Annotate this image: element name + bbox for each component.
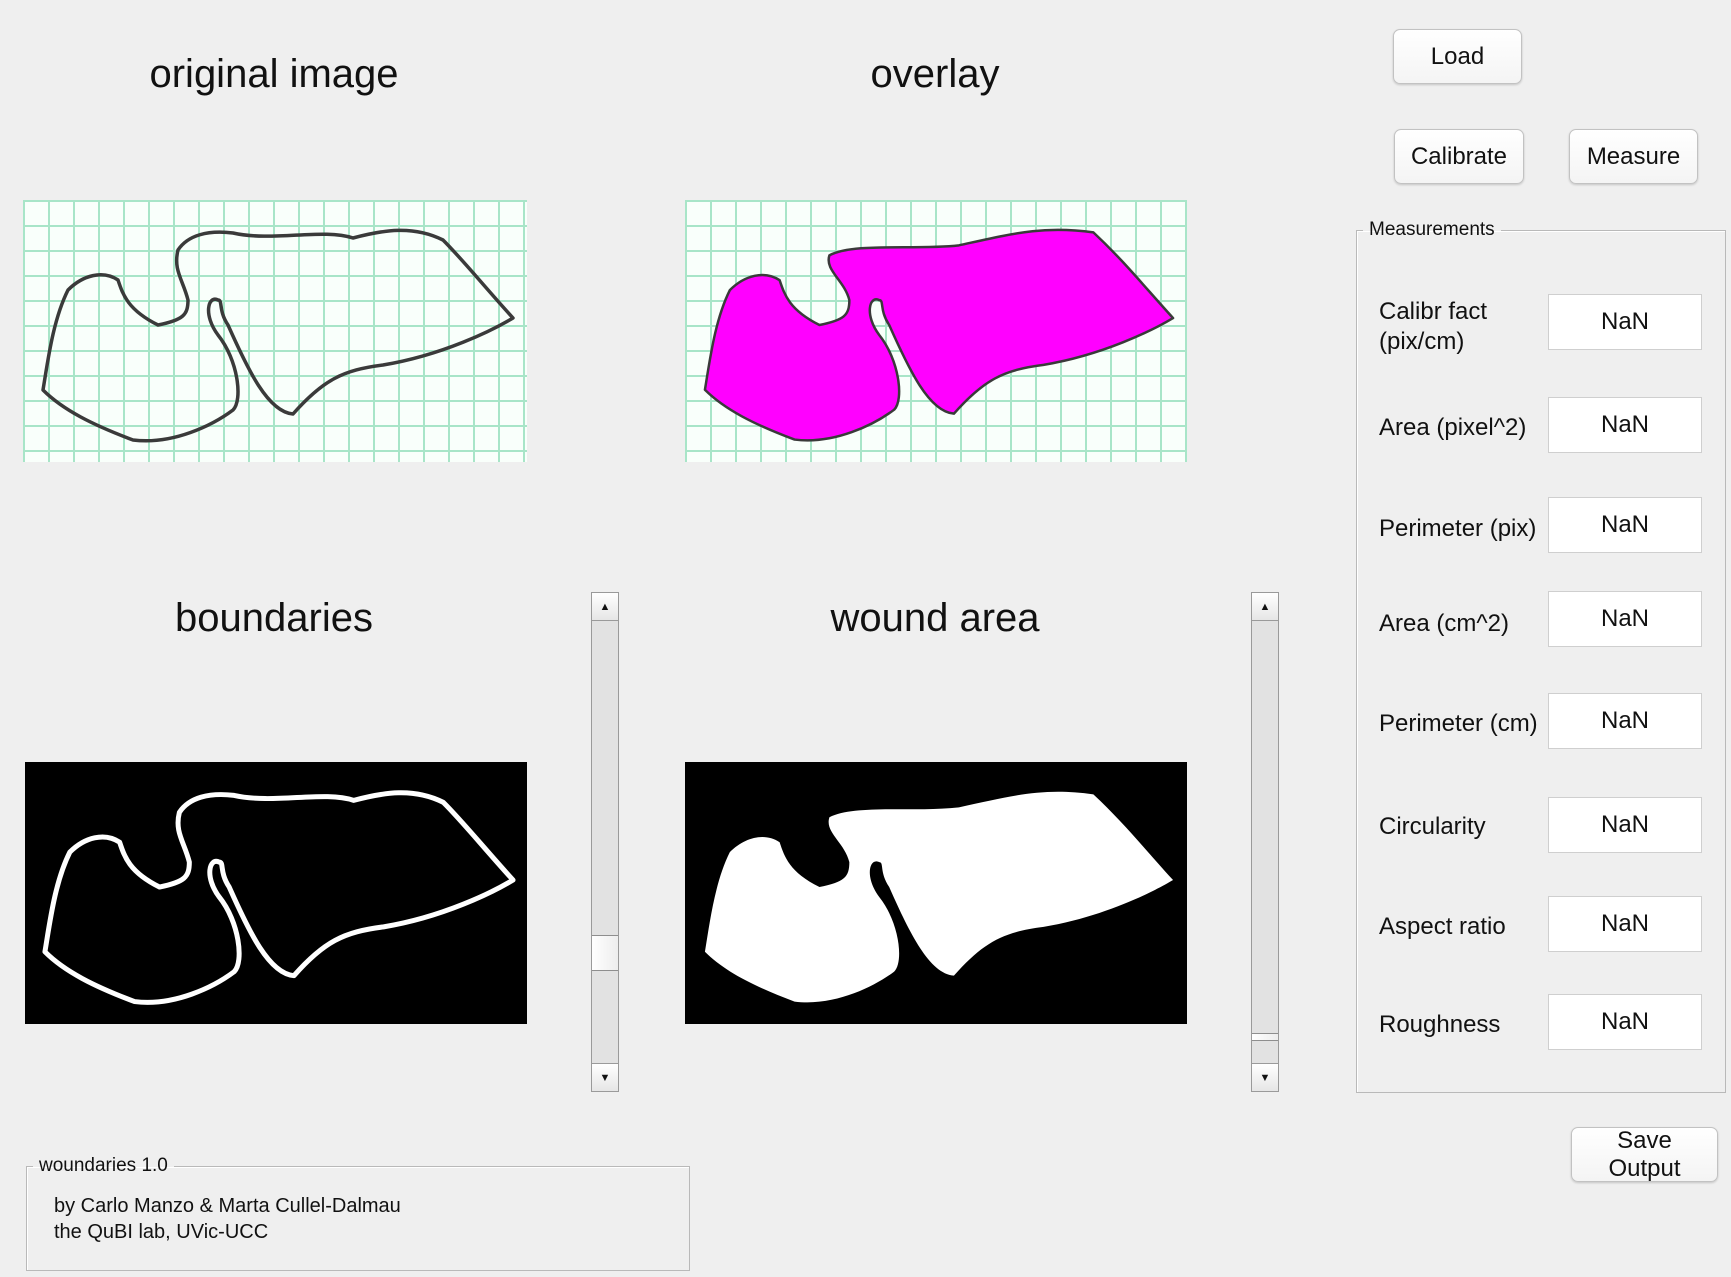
boundaries-scrollbar[interactable]: ▲ ▼ (591, 592, 619, 1092)
scroll-down-button[interactable]: ▼ (592, 1063, 618, 1091)
overlay-panel (685, 200, 1187, 462)
perimeter-pix-value: NaN (1548, 497, 1702, 553)
wound-area-title: wound area (830, 596, 1040, 640)
wound-area-panel (685, 762, 1187, 1024)
boundaries-panel (25, 762, 527, 1024)
perimeter-cm-label: Perimeter (cm) (1379, 710, 1538, 737)
measure-button[interactable]: Measure (1569, 129, 1698, 184)
roughness-value: NaN (1548, 994, 1702, 1050)
credits-authors: by Carlo Manzo & Marta Cullel-Dalmau (54, 1195, 401, 1217)
scroll-up-button[interactable]: ▲ (592, 593, 618, 621)
area-pixel-label: Area (pixel^2) (1379, 414, 1527, 441)
arrow-down-icon: ▼ (599, 1071, 611, 1084)
original-image-panel (23, 200, 527, 462)
area-pixel-value: NaN (1548, 397, 1702, 453)
boundary-outline (42, 790, 516, 1005)
calibrate-button[interactable]: Calibrate (1394, 129, 1524, 184)
overlay-title: overlay (870, 52, 1000, 96)
scroll-down-button[interactable]: ▼ (1252, 1063, 1278, 1091)
circularity-label: Circularity (1379, 813, 1486, 840)
arrow-up-icon: ▲ (599, 600, 611, 613)
measurements-legend: Measurements (1369, 219, 1495, 240)
original-image-title: original image (149, 52, 399, 96)
calibration-factor-label: Calibr fact (pix/cm) (1379, 298, 1488, 355)
arrow-up-icon: ▲ (1259, 600, 1271, 613)
wound-outline-drawing (41, 228, 515, 443)
perimeter-cm-value: NaN (1548, 693, 1702, 749)
wound-overlay-shape (703, 228, 1175, 442)
wound-area-scrollbar[interactable]: ▲ ▼ (1251, 592, 1279, 1092)
area-cm-label: Area (cm^2) (1379, 610, 1509, 637)
area-cm-value: NaN (1548, 591, 1702, 647)
credits-lab: the QuBI lab, UVic-UCC (54, 1221, 269, 1243)
arrow-down-icon: ▼ (1259, 1071, 1271, 1084)
scroll-thumb[interactable] (592, 935, 618, 971)
about-legend: woundaries 1.0 (39, 1155, 168, 1176)
scroll-thumb[interactable] (1252, 1033, 1278, 1041)
calibration-factor-value: NaN (1548, 294, 1702, 350)
wound-mask-shape (704, 791, 1174, 1003)
roughness-label: Roughness (1379, 1011, 1501, 1038)
boundaries-title: boundaries (175, 596, 373, 640)
aspect-ratio-label: Aspect ratio (1379, 913, 1506, 940)
save-output-button[interactable]: Save Output (1571, 1127, 1718, 1182)
perimeter-pix-label: Perimeter (pix) (1379, 515, 1537, 542)
circularity-value: NaN (1548, 797, 1702, 853)
aspect-ratio-value: NaN (1548, 896, 1702, 952)
scroll-up-button[interactable]: ▲ (1252, 593, 1278, 621)
load-button[interactable]: Load (1393, 29, 1522, 84)
